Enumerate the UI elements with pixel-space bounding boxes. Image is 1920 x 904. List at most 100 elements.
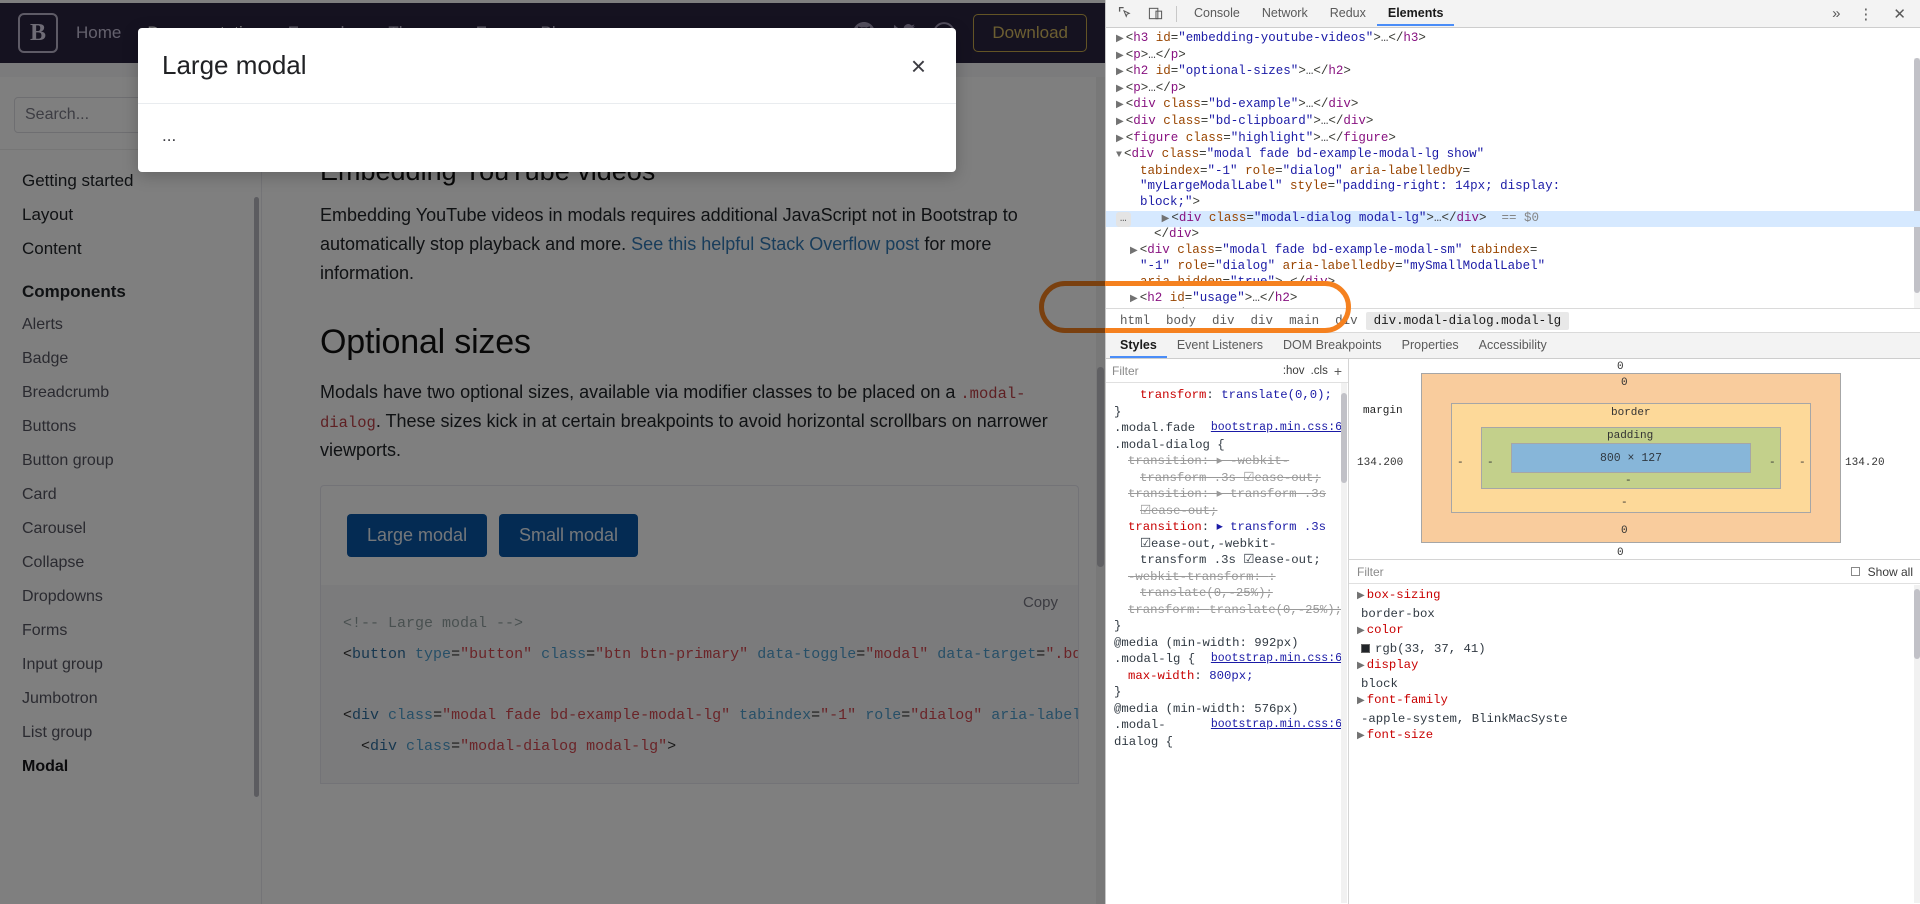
- css-declaration-cont[interactable]: transform .3s ☑ease-out;: [1114, 470, 1342, 487]
- new-rule-button[interactable]: +: [1334, 363, 1342, 379]
- css-declaration[interactable]: transition: ▸ transform .3s: [1114, 486, 1342, 503]
- cls-toggle[interactable]: .cls: [1311, 365, 1328, 377]
- breadcrumb[interactable]: html body div div main div div.modal-dialog.mo…: [1106, 308, 1920, 333]
- computed-scrollbar-thumb[interactable]: [1914, 589, 1920, 659]
- styles-scrollbar-thumb[interactable]: [1341, 393, 1347, 483]
- expand-arrow-icon[interactable]: ▶: [1116, 100, 1124, 111]
- subtab-dom-breakpoints[interactable]: DOM Breakpoints: [1273, 334, 1392, 358]
- expand-arrow-icon[interactable]: ▶: [1116, 84, 1124, 95]
- close-devtools-icon[interactable]: ✕: [1883, 3, 1916, 25]
- expand-arrow-icon[interactable]: ▶: [1130, 294, 1138, 305]
- expand-arrow-icon[interactable]: ▶: [1116, 34, 1124, 45]
- subtab-accessibility[interactable]: Accessibility: [1469, 334, 1557, 358]
- styles-filter-input[interactable]: Filter: [1112, 364, 1277, 378]
- expand-arrow-icon[interactable]: ▶: [1116, 51, 1124, 62]
- css-declaration-cont[interactable]: translate(0,-25%);: [1114, 585, 1342, 602]
- dom-node-row[interactable]: ▶ <div class="bd-clipboard">…</div>: [1106, 114, 1920, 131]
- expand-arrow-icon[interactable]: ▶: [1357, 731, 1365, 742]
- css-declaration[interactable]: transform: translate(0,-25%);: [1114, 602, 1342, 619]
- kebab-menu-icon[interactable]: ⋮: [1850, 3, 1881, 25]
- computed-property-name[interactable]: ▶ color: [1349, 622, 1920, 641]
- show-all-checkbox-icon[interactable]: [1850, 567, 1860, 576]
- dom-node-row[interactable]: tabindex="-1" role="dialog" aria-labelle…: [1106, 164, 1920, 180]
- dom-node-row[interactable]: </div>: [1106, 227, 1920, 243]
- dom-node-row[interactable]: ▶ <div class="modal fade bd-example-modal…: [1106, 243, 1920, 260]
- computed-property-name[interactable]: ▶ box-sizing: [1349, 587, 1920, 606]
- css-declaration-cont[interactable]: ☑ease-out;: [1114, 503, 1342, 520]
- expand-arrow-icon[interactable]: ▶: [1357, 661, 1365, 672]
- css-declaration[interactable]: transform: translate(0,0);: [1114, 387, 1342, 404]
- dom-node-row[interactable]: ▶ <h2 id="usage">…</h2>: [1106, 291, 1920, 308]
- css-source-link[interactable]: bootstrap.min.css:6: [1211, 651, 1342, 668]
- computed-scrollbar[interactable]: [1914, 585, 1920, 903]
- css-selector[interactable]: .modal-bootstrap.min.css:6: [1114, 717, 1342, 734]
- css-declaration[interactable]: -webkit-transform: :: [1114, 569, 1342, 586]
- computed-filter-input[interactable]: Filter: [1357, 565, 1843, 579]
- breadcrumb-item[interactable]: div: [1204, 312, 1243, 330]
- dom-node-row[interactable]: "myLargeModalLabel" style="padding-right…: [1106, 179, 1920, 195]
- breadcrumb-item[interactable]: div: [1243, 312, 1282, 330]
- box-model-border-right: -: [1799, 457, 1806, 469]
- hov-toggle[interactable]: :hov: [1283, 365, 1305, 377]
- subtab-styles[interactable]: Styles: [1110, 334, 1167, 358]
- dom-node-row[interactable]: ▶ <h3 id="embedding-youtube-videos">…</h3…: [1106, 31, 1920, 48]
- dom-node-row[interactable]: block;">: [1106, 195, 1920, 211]
- css-declaration-cont[interactable]: transform .3s ☑ease-out;: [1114, 552, 1342, 569]
- breadcrumb-item[interactable]: div.modal-dialog.modal-lg: [1365, 311, 1570, 330]
- css-declaration[interactable]: max-width: 800px;: [1114, 668, 1342, 685]
- dom-node-row[interactable]: ▶ <figure class="highlight">…</figure>: [1106, 131, 1920, 148]
- css-selector[interactable]: .modal-lg {bootstrap.min.css:6: [1114, 651, 1342, 668]
- css-declaration[interactable]: transition: ▸ -webkit-: [1114, 453, 1342, 470]
- dom-node-row[interactable]: … ▶ <div class="modal-dialog modal-lg">…</…: [1106, 210, 1920, 228]
- css-selector[interactable]: dialog {: [1114, 734, 1342, 751]
- tab-elements[interactable]: Elements: [1376, 2, 1455, 26]
- expand-arrow-icon[interactable]: ▶: [1116, 67, 1124, 78]
- more-tabs-icon[interactable]: »: [1824, 3, 1848, 24]
- dom-node-row[interactable]: "-1" role="dialog" aria-labelledby="mySm…: [1106, 259, 1920, 275]
- css-source-link[interactable]: bootstrap.min.css:6: [1211, 717, 1342, 734]
- expand-arrow-icon[interactable]: ▶: [1116, 117, 1124, 128]
- expand-arrow-icon[interactable]: ▶: [1162, 214, 1170, 225]
- tab-redux[interactable]: Redux: [1319, 2, 1377, 26]
- expand-arrow-icon[interactable]: ▶: [1130, 246, 1138, 257]
- computed-property-name[interactable]: ▶ font-family: [1349, 692, 1920, 711]
- device-toolbar-icon[interactable]: [1140, 1, 1170, 27]
- css-declaration-cont[interactable]: ☑ease-out,-webkit-: [1114, 536, 1342, 553]
- dom-tree[interactable]: ▶ <h3 id="embedding-youtube-videos">…</h3…: [1106, 28, 1920, 308]
- css-source-link[interactable]: bootstrap.min.css:6: [1211, 420, 1342, 437]
- css-declaration[interactable]: transition: ▸ transform .3s: [1114, 519, 1342, 536]
- dom-node-row[interactable]: aria-hidden="true">…</div>: [1106, 275, 1920, 291]
- dom-node-row[interactable]: ▼ <div class="modal fade bd-example-modal…: [1106, 147, 1920, 164]
- expand-arrow-icon[interactable]: ▼: [1116, 150, 1122, 161]
- inspect-element-icon[interactable]: [1110, 1, 1140, 27]
- computed-property-value: rgb(33, 37, 41): [1349, 641, 1920, 658]
- computed-properties-list[interactable]: ▶ box-sizing border-box ▶ color rgb(33, 37, 4…: [1349, 584, 1920, 746]
- dom-node-row[interactable]: ▶<p>…</p>: [1106, 81, 1920, 98]
- dom-node-row[interactable]: ▶<p>…</p>: [1106, 48, 1920, 65]
- breadcrumb-item[interactable]: main: [1281, 312, 1327, 330]
- tab-network[interactable]: Network: [1251, 2, 1319, 26]
- subtab-event-listeners[interactable]: Event Listeners: [1167, 334, 1273, 358]
- css-media-query[interactable]: @media (min-width: 576px): [1114, 701, 1342, 718]
- expand-arrow-icon[interactable]: ▶: [1116, 134, 1124, 145]
- css-selector[interactable]: .modal.fade bootstrap.min.css:6: [1114, 420, 1342, 437]
- expand-arrow-icon[interactable]: ▶: [1357, 696, 1365, 707]
- dom-node-row[interactable]: ▶ <div class="bd-example">…</div>: [1106, 97, 1920, 114]
- show-all-toggle[interactable]: Show all: [1850, 565, 1913, 579]
- expand-arrow-icon[interactable]: ▶: [1357, 626, 1365, 637]
- css-rules-list[interactable]: transform: translate(0,0);} .modal.fade bo…: [1106, 383, 1348, 750]
- subtab-properties[interactable]: Properties: [1392, 334, 1469, 358]
- collapsed-badge[interactable]: …: [1116, 211, 1131, 228]
- styles-scrollbar[interactable]: [1341, 383, 1347, 903]
- expand-arrow-icon[interactable]: ▶: [1357, 591, 1365, 602]
- close-icon[interactable]: ×: [905, 51, 932, 81]
- breadcrumb-item[interactable]: body: [1158, 312, 1204, 330]
- breadcrumb-item[interactable]: div: [1327, 312, 1366, 330]
- computed-property-name[interactable]: ▶ font-size: [1349, 727, 1920, 746]
- dom-node-row[interactable]: ▶ <h2 id="optional-sizes">…</h2>: [1106, 64, 1920, 81]
- tab-console[interactable]: Console: [1183, 2, 1251, 26]
- css-selector[interactable]: .modal-dialog {: [1114, 437, 1342, 454]
- css-media-query[interactable]: @media (min-width: 992px): [1114, 635, 1342, 652]
- computed-property-name[interactable]: ▶ display: [1349, 657, 1920, 676]
- breadcrumb-item[interactable]: html: [1112, 312, 1158, 330]
